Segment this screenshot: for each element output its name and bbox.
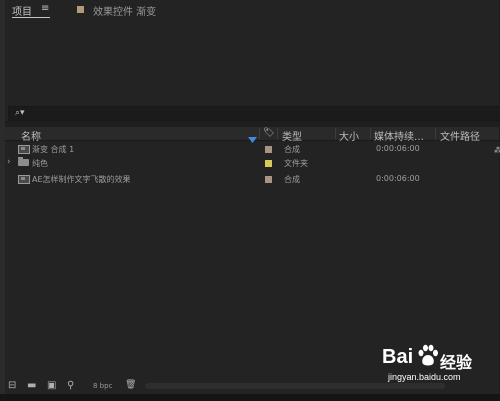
- column-type-header[interactable]: 类型: [282, 128, 302, 143]
- column-size-header[interactable]: 大小: [339, 128, 359, 143]
- table-row[interactable]: › 纯色 文件夹: [5, 157, 499, 169]
- composition-icon: [18, 145, 30, 154]
- active-tab-underline: [12, 17, 50, 18]
- table-header: 名称 🏷 类型 大小 媒体持续… 文件路径: [5, 127, 499, 143]
- column-name-header[interactable]: 名称: [21, 128, 41, 143]
- bit-depth-button[interactable]: 8 bpc: [93, 382, 112, 390]
- item-name: 纯色: [32, 159, 48, 168]
- effects-tab-swatch: [77, 6, 84, 13]
- item-type: 合成: [284, 145, 300, 154]
- label-color-swatch[interactable]: [265, 160, 272, 167]
- label-color-swatch[interactable]: [265, 146, 272, 153]
- column-divider[interactable]: [370, 128, 371, 139]
- item-duration: 0:00:06:00: [376, 174, 420, 183]
- tab-project[interactable]: 项目: [12, 3, 50, 18]
- label-color-swatch[interactable]: [265, 176, 272, 183]
- interpret-footage-icon[interactable]: ⊟: [8, 380, 16, 391]
- watermark-jingyan-text: 经验: [440, 353, 473, 372]
- baidu-jingyan-watermark: Bai 经验 jingyan.baidu.com: [382, 344, 494, 386]
- item-type: 合成: [284, 175, 300, 184]
- window-bottom-edge: [0, 394, 500, 401]
- item-duration: 0:00:06:00: [376, 144, 420, 153]
- item-name: AE怎样制作文字飞散的效果: [32, 175, 131, 184]
- search-bar[interactable]: ⌕▾: [8, 106, 500, 121]
- column-divider[interactable]: [277, 128, 278, 139]
- column-divider[interactable]: [259, 128, 260, 139]
- panel-menu-icon[interactable]: ≡: [41, 3, 49, 14]
- label-tag-icon[interactable]: 🏷: [263, 128, 274, 138]
- search-dropdown-icon[interactable]: ⌕▾: [15, 108, 25, 118]
- watermark-url: jingyan.baidu.com: [388, 372, 461, 382]
- column-duration-header[interactable]: 媒体持续…: [374, 128, 424, 143]
- item-type: 文件夹: [284, 159, 308, 168]
- watermark-bai-text: Bai: [382, 346, 414, 368]
- expand-arrow-icon[interactable]: ›: [7, 157, 11, 167]
- flowchart-icon[interactable]: ⚲: [67, 380, 74, 391]
- panel-tabbar: 项目 ≡ 效果控件 渐变: [5, 0, 499, 22]
- tab-effect-controls[interactable]: 效果控件 渐变: [93, 3, 156, 18]
- table-row[interactable]: AE怎样制作文字飞散的效果 合成 0:00:06:00: [5, 173, 499, 185]
- new-composition-icon[interactable]: ▣: [47, 380, 56, 391]
- app-window: 项目 ≡ 效果控件 渐变 ⌕▾ 名称 🏷 类型 大小 媒体持续… 文件路径 渐变…: [0, 0, 500, 401]
- column-divider[interactable]: [435, 128, 436, 139]
- composition-icon: [18, 175, 30, 184]
- tab-effect-controls-label: 效果控件 渐变: [93, 7, 157, 18]
- column-divider[interactable]: [335, 128, 336, 139]
- project-panel: 项目 ≡ 效果控件 渐变 ⌕▾ 名称 🏷 类型 大小 媒体持续… 文件路径 渐变…: [5, 0, 500, 394]
- new-folder-icon[interactable]: ▬: [27, 380, 36, 391]
- folder-icon: [18, 157, 29, 166]
- table-row[interactable]: 渐变 合成 1 合成 0:00:06:00: [5, 143, 499, 155]
- thumbnail-preview-area: [5, 22, 499, 106]
- column-path-header[interactable]: 文件路径: [440, 128, 480, 143]
- paw-logo-icon: [417, 344, 439, 368]
- trash-icon[interactable]: 🗑: [125, 380, 136, 390]
- item-name: 渐变 合成 1: [32, 145, 75, 154]
